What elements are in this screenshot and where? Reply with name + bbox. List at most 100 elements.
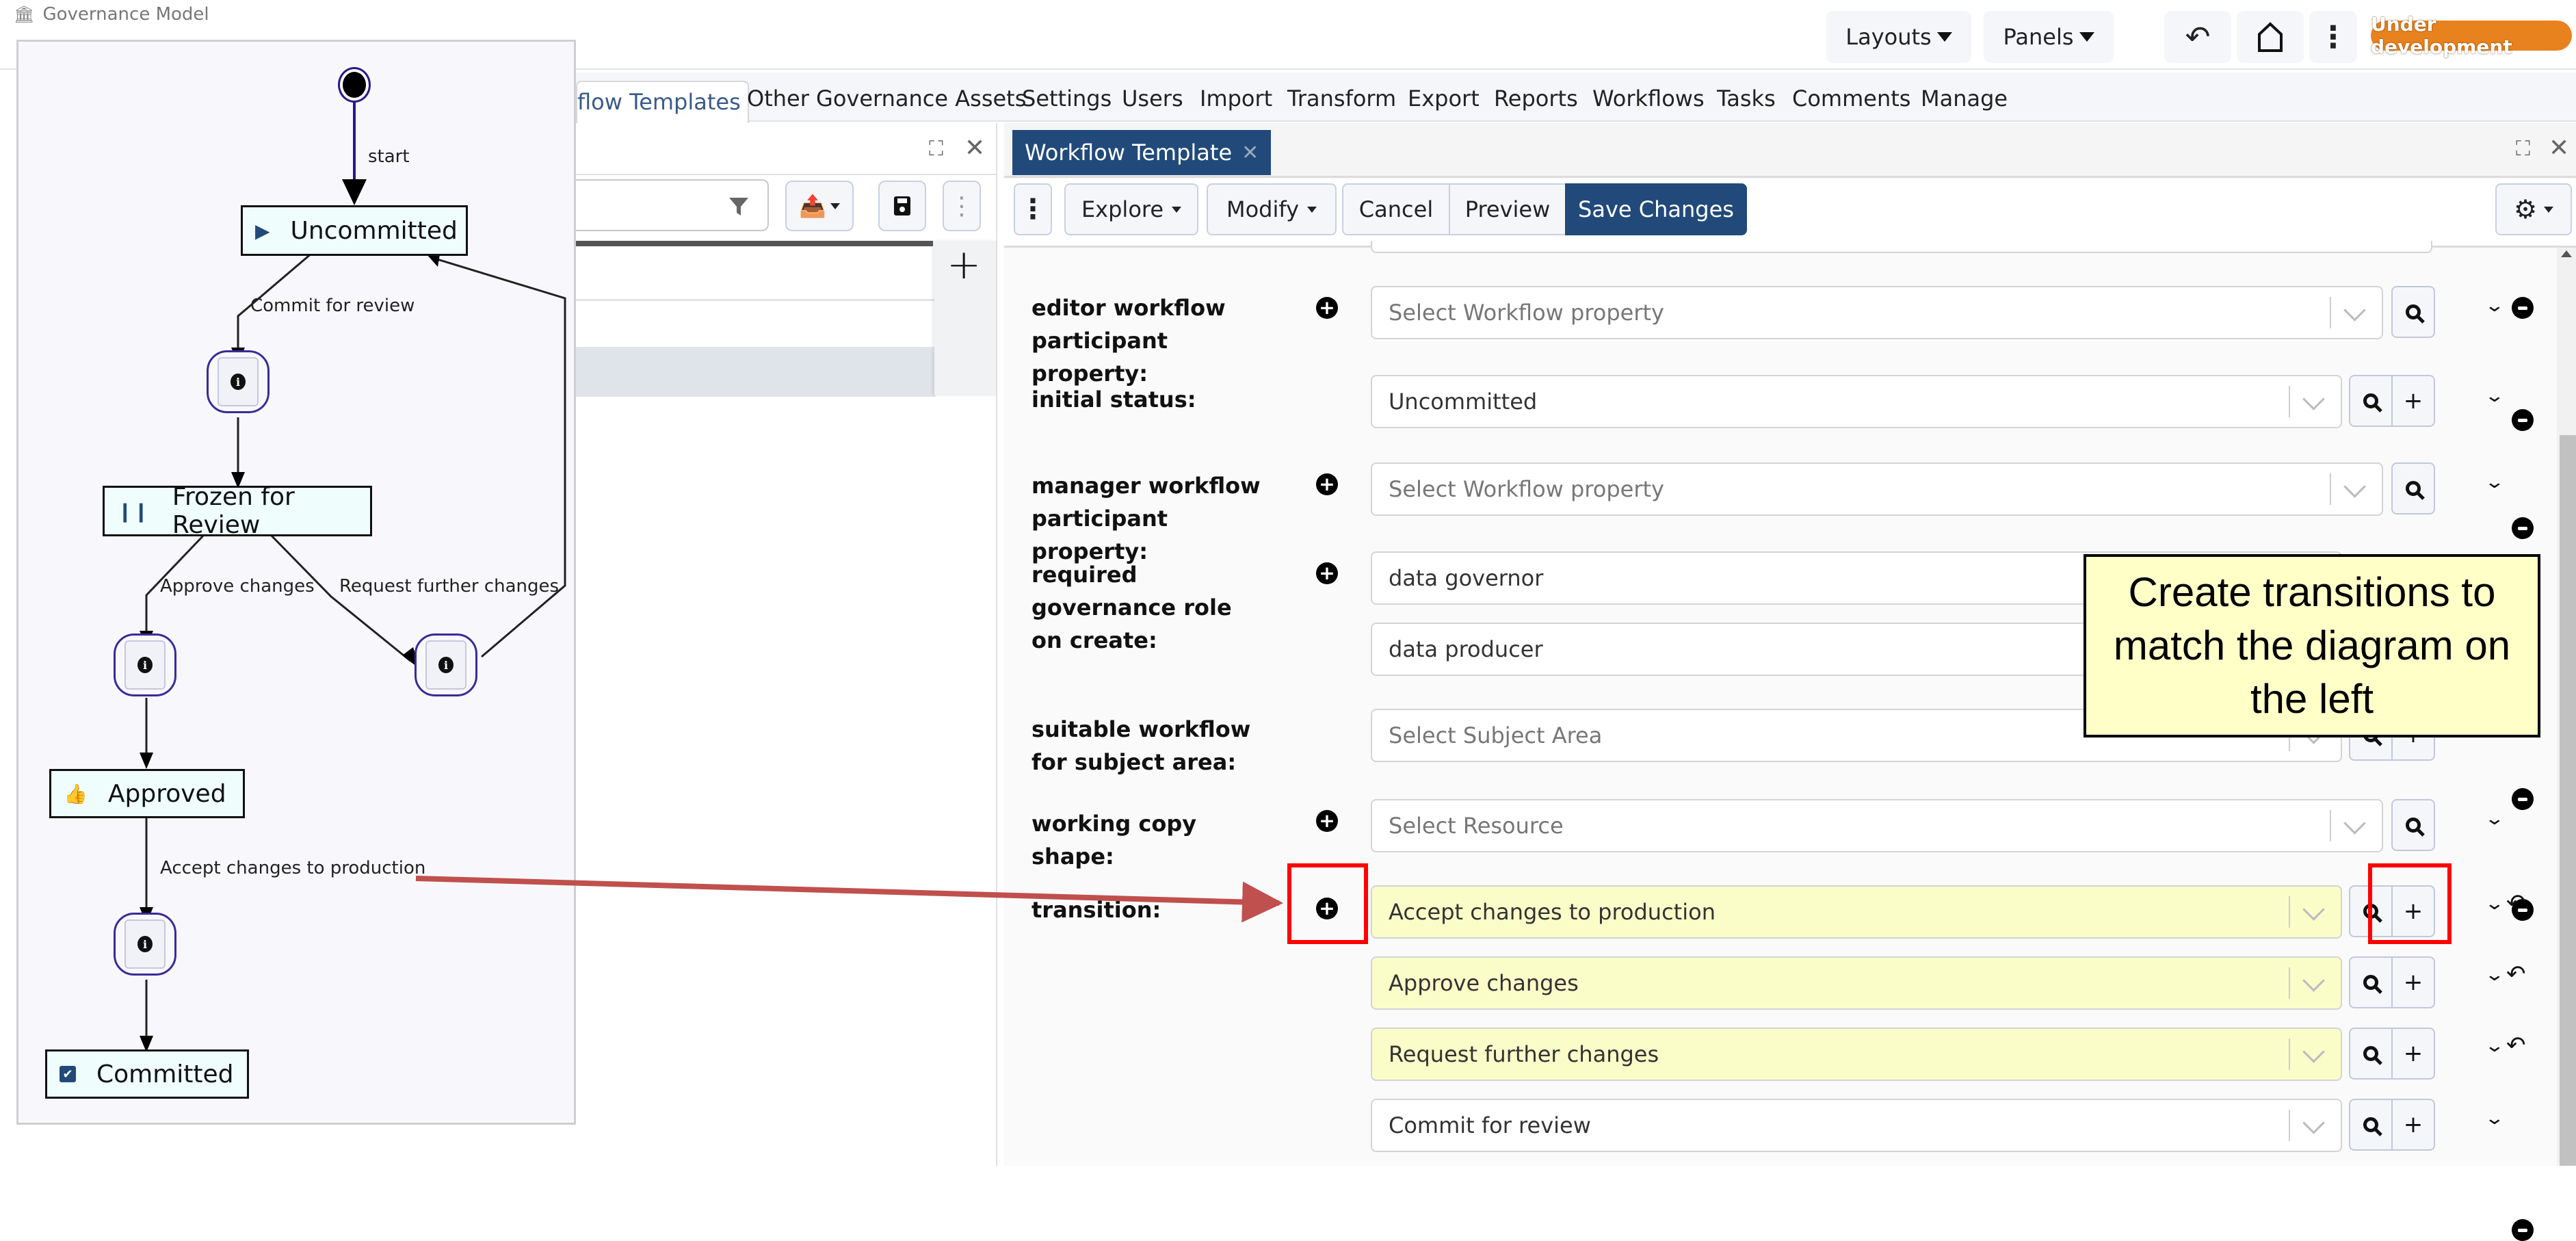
table-row[interactable] [576, 246, 936, 301]
transition-select[interactable]: Request further changes [1371, 1028, 2342, 1081]
cancel-button[interactable]: Cancel [1342, 183, 1450, 235]
instruction-callout: Create transitions to match the diagram … [2084, 554, 2540, 737]
state-committed[interactable]: ✔ Committed [45, 1049, 249, 1099]
preview-button[interactable]: Preview [1449, 183, 1566, 235]
tab-workflow-template[interactable]: Workflow Template ✕ [1012, 130, 1272, 175]
search-button[interactable] [2350, 1100, 2391, 1149]
nav-tab-comments[interactable]: Comments [1792, 73, 1910, 122]
export-dropdown[interactable]: 📤 [785, 181, 854, 231]
add-value-icon[interactable]: + [1316, 562, 1338, 584]
add-row-button[interactable]: + [947, 241, 981, 289]
annotation-highlight-add [1287, 863, 1368, 944]
save-list-button[interactable] [878, 181, 926, 231]
transition-node[interactable]: i [114, 633, 176, 696]
list-more-button[interactable]: ⋮ [943, 181, 981, 231]
transition-node[interactable]: i [114, 913, 176, 976]
manager-participant-select[interactable]: Select Workflow property [1371, 462, 2383, 516]
expand-chevron-icon[interactable]: ⌄ [2484, 893, 2506, 914]
transition-node[interactable]: i [207, 350, 270, 413]
field-partial[interactable] [1371, 241, 2432, 253]
transition-select[interactable]: Accept changes to production [1371, 885, 2342, 939]
add-value-icon[interactable]: + [1316, 810, 1338, 832]
table-row[interactable] [576, 302, 936, 349]
lookup-group [2391, 799, 2435, 851]
search-button[interactable] [2350, 376, 2391, 426]
nav-tab-export[interactable]: Export [1408, 73, 1480, 122]
edge-label-approve: Approve changes [160, 576, 315, 597]
nav-tab-transform[interactable]: Transform [1287, 73, 1396, 122]
search-button[interactable] [2350, 1029, 2391, 1078]
remove-icon[interactable] [2512, 409, 2534, 431]
editor-participant-select[interactable]: Select Workflow property [1371, 286, 2383, 339]
remove-icon[interactable] [2512, 1219, 2534, 1241]
state-approved[interactable]: 👍 Approved [49, 769, 245, 818]
panels-dropdown[interactable]: Panels [1984, 11, 2114, 63]
nav-tab-settings[interactable]: Settings [1022, 73, 1112, 122]
start-node[interactable] [338, 67, 371, 103]
remove-icon[interactable] [2512, 297, 2534, 319]
caret-down-icon [2544, 206, 2554, 213]
expand-chevron-icon[interactable]: ⌄ [2484, 472, 2506, 493]
add-button[interactable]: + [2391, 1029, 2434, 1078]
expand-chevron-icon[interactable]: ⌄ [2484, 809, 2506, 829]
nav-tab-tasks[interactable]: Tasks [1717, 73, 1776, 122]
search-button[interactable] [2393, 464, 2434, 513]
filter-input[interactable] [576, 179, 769, 231]
add-value-icon[interactable]: + [1316, 297, 1338, 319]
home-button[interactable] [2237, 11, 2304, 63]
edge-label-accept: Accept changes to production [160, 858, 426, 878]
close-panel-icon[interactable]: ✕ [964, 134, 985, 162]
state-uncommitted[interactable]: ▶ Uncommitted [241, 205, 468, 256]
transition-select[interactable]: Approve changes [1371, 956, 2342, 1010]
maximize-icon[interactable]: ⛶ [2516, 137, 2530, 161]
nav-tab-import[interactable]: Import [1200, 73, 1272, 122]
nav-tab-other-governance-assets[interactable]: Other Governance Assets [747, 73, 1026, 122]
nav-tab-workflows[interactable]: Workflows [1592, 73, 1705, 122]
add-value-icon[interactable]: + [1316, 473, 1338, 495]
expand-chevron-icon[interactable]: ⌄ [2484, 296, 2506, 316]
nav-tab-workflow-templates[interactable]: flow Templates [576, 81, 749, 125]
transition-select[interactable]: Commit for review [1371, 1099, 2342, 1152]
filter-icon[interactable] [728, 196, 750, 218]
layouts-dropdown[interactable]: Layouts [1826, 11, 1971, 63]
more-menu-button[interactable]: ⋮ [2309, 11, 2357, 63]
revert-icon[interactable]: ↶ [2506, 961, 2526, 988]
expand-chevron-icon[interactable]: ⌄ [2484, 1036, 2506, 1056]
revert-icon[interactable]: ↶ [2506, 889, 2526, 917]
add-button[interactable]: + [2391, 376, 2434, 426]
state-frozen-for-review[interactable]: ❙❙ Frozen for Review [103, 483, 372, 539]
explore-dropdown[interactable]: Explore [1064, 183, 1198, 235]
chevron-down-icon [2302, 898, 2325, 921]
add-button[interactable]: + [2391, 958, 2434, 1007]
working-copy-shape-select[interactable]: Select Resource [1371, 799, 2383, 852]
close-panel-icon[interactable]: ✕ [2549, 134, 2569, 162]
settings-dropdown[interactable]: ⚙ [2495, 183, 2572, 235]
scrollbar-thumb[interactable] [2560, 435, 2576, 1166]
expand-chevron-icon[interactable]: ⌄ [2484, 1108, 2506, 1129]
search-button[interactable] [2393, 287, 2434, 337]
remove-icon[interactable] [2512, 517, 2534, 539]
table-row-selected[interactable] [576, 349, 936, 397]
add-button[interactable]: + [2391, 1100, 2434, 1149]
expand-chevron-icon[interactable]: ⌄ [2484, 965, 2506, 985]
info-icon: i [231, 374, 246, 390]
panel-menu-button[interactable]: ⋮ [1014, 183, 1052, 235]
revert-icon[interactable]: ↶ [2506, 1032, 2526, 1059]
nav-tab-manage[interactable]: Manage [1921, 73, 2008, 122]
transition-node[interactable]: i [415, 633, 477, 696]
search-button[interactable] [2393, 800, 2434, 850]
expand-chevron-icon[interactable]: ⌄ [2484, 386, 2506, 406]
maximize-icon[interactable]: ⛶ [929, 137, 943, 161]
vertical-dots-icon: ⋮ [2318, 19, 2348, 55]
modify-dropdown[interactable]: Modify [1207, 183, 1337, 235]
remove-icon[interactable] [2512, 788, 2534, 810]
nav-tab-reports[interactable]: Reports [1494, 73, 1578, 122]
close-tab-icon[interactable]: ✕ [1241, 141, 1259, 165]
undo-button[interactable]: ↶ [2164, 11, 2231, 63]
edge-label-request: Request further changes [339, 576, 560, 597]
nav-tab-users[interactable]: Users [1122, 73, 1183, 122]
scroll-up-arrow-icon[interactable] [2561, 250, 2572, 257]
save-changes-button[interactable]: Save Changes [1565, 183, 1747, 235]
search-button[interactable] [2350, 958, 2391, 1007]
initial-status-select[interactable]: Uncommitted [1371, 375, 2342, 428]
